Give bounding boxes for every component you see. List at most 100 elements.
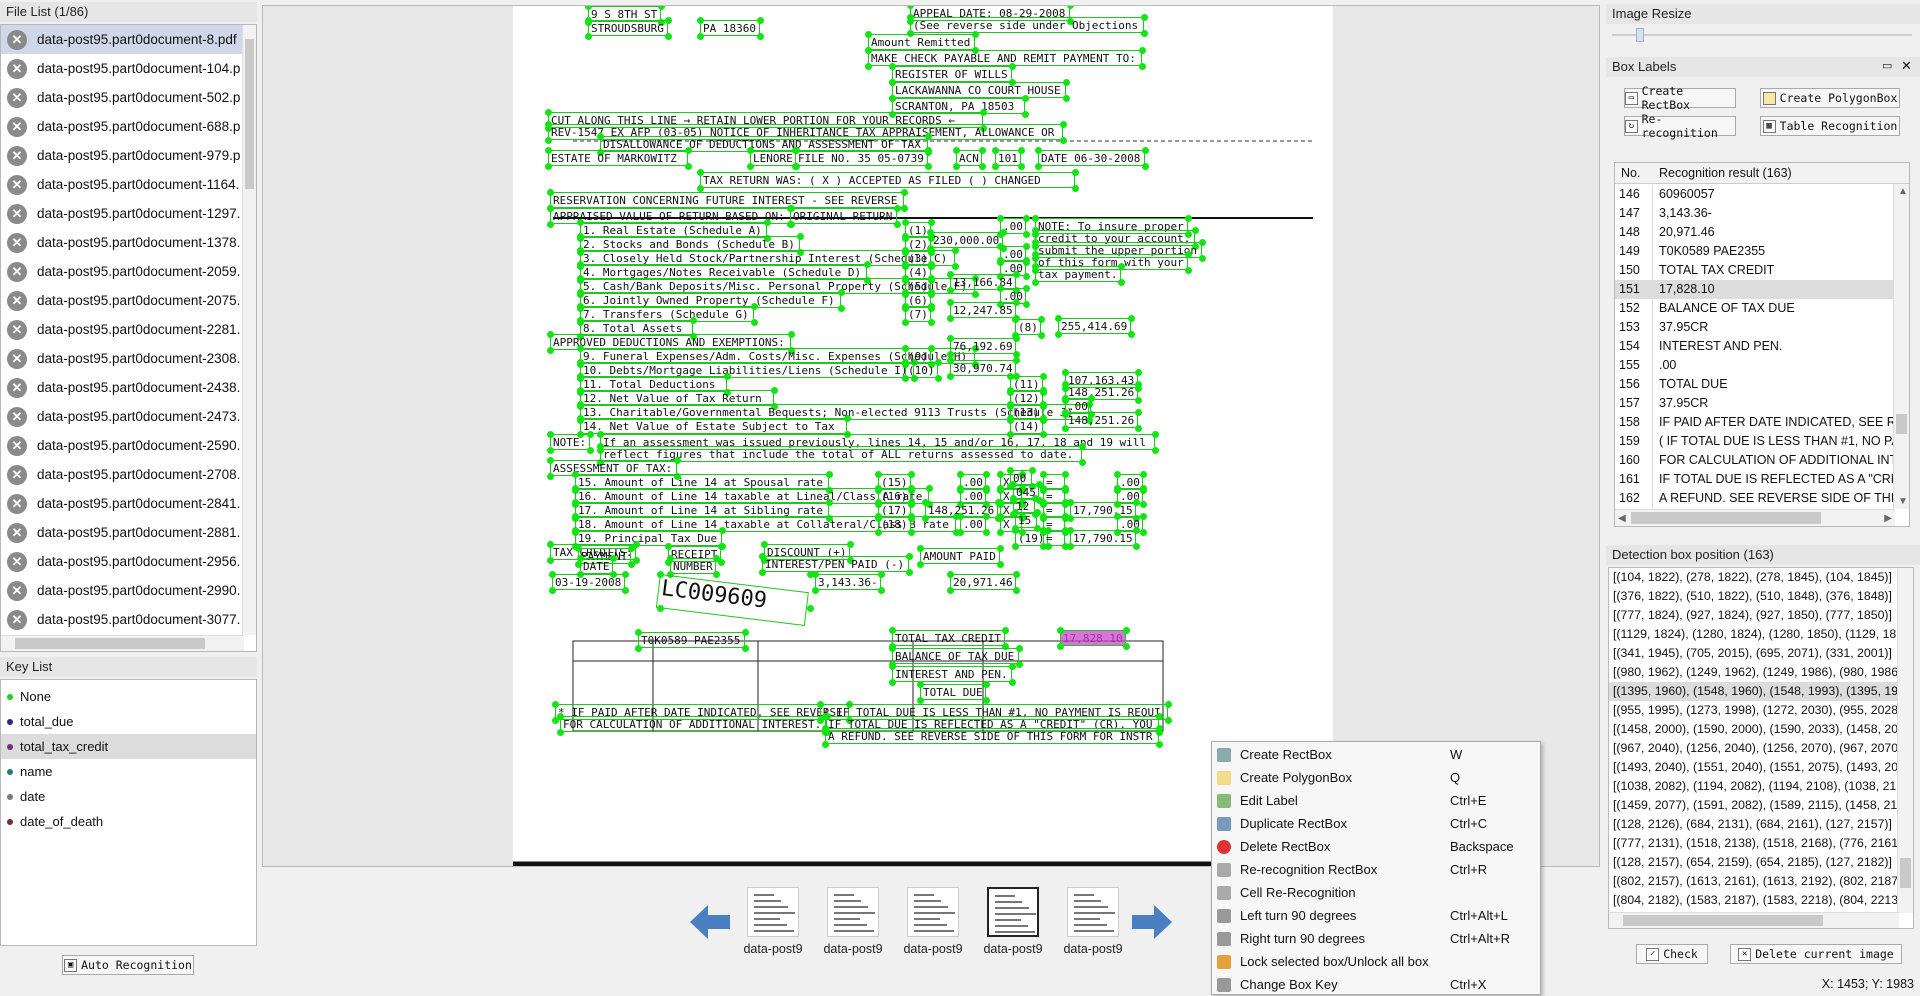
file-list-item[interactable]: ✕ data-post95.part0document-1378.: [1, 228, 256, 257]
detection-box-corner[interactable]: [996, 561, 1004, 568]
detection-box-corner[interactable]: [825, 471, 833, 478]
detection-box[interactable]: [995, 150, 1022, 166]
detection-box-corner[interactable]: [597, 133, 604, 140]
detection-box-corner[interactable]: [673, 457, 681, 464]
detection-box-corner[interactable]: [667, 555, 674, 562]
detection-box-corner[interactable]: [902, 275, 909, 282]
detection-box-corner[interactable]: [812, 587, 819, 594]
recognition-text[interactable]: TOTAL TAX CREDIT: [1653, 261, 1774, 280]
detection-box-corner[interactable]: [917, 681, 924, 688]
detection-box-corner[interactable]: [905, 569, 913, 576]
key-list[interactable]: None total_due total_tax_credit name date dat…: [0, 679, 257, 946]
detection-box-corner[interactable]: [865, 47, 872, 54]
detection-box-corner[interactable]: [947, 373, 954, 380]
context-menu-item[interactable]: Delete RectBox Backspace: [1212, 835, 1540, 858]
detection-row[interactable]: [(1459, 2077), (1591, 2082), (1589, 2115…: [1609, 796, 1897, 815]
recognition-row[interactable]: 160 FOR CALCULATION OF ADDITIONAL INT: [1615, 451, 1893, 470]
detection-box-corner[interactable]: [1032, 495, 1039, 502]
file-list-item[interactable]: ✕ data-post95.part0document-1164.: [1, 170, 256, 199]
detection-box-corner[interactable]: [792, 163, 799, 170]
detection-box-corner[interactable]: [875, 529, 882, 536]
detection-box-corner[interactable]: [1040, 543, 1047, 550]
detection-box-corner[interactable]: [1135, 397, 1142, 404]
detection-box-corner[interactable]: [547, 205, 554, 212]
detection-box-corner[interactable]: [609, 555, 617, 562]
detection-box-corner[interactable]: [889, 79, 896, 86]
detection-box-corner[interactable]: [792, 147, 799, 154]
file-list-item[interactable]: ✕ data-post95.part0document-2075.: [1, 286, 256, 315]
detection-box-corner[interactable]: [1071, 169, 1079, 176]
recognition-text[interactable]: INTEREST AND PEN.: [1653, 337, 1782, 356]
detection-box-corner[interactable]: [997, 513, 1004, 520]
detection-box[interactable]: [1070, 530, 1137, 546]
detection-box-corner[interactable]: [1067, 527, 1074, 534]
detection-box-corner[interactable]: [1141, 147, 1149, 154]
detection-box-corner[interactable]: [917, 697, 924, 704]
detection-box-corner[interactable]: [572, 499, 579, 506]
detection-box-corner[interactable]: [1135, 409, 1142, 416]
detection-box-corner[interactable]: [586, 447, 594, 454]
detection-box-corner[interactable]: [947, 587, 954, 594]
detection-box-corner[interactable]: [1057, 643, 1064, 650]
recognition-text[interactable]: IF PAID AFTER DATE INDICATED, SEE RE: [1653, 413, 1893, 432]
detection-list[interactable]: [(104, 1822), (278, 1822), (278, 1845), …: [1608, 567, 1914, 929]
detection-box-corner[interactable]: [627, 545, 635, 552]
detection-box-corner[interactable]: [1029, 467, 1036, 474]
recognition-text[interactable]: A REFUND. SEE REVERSE SIDE OF THIS: [1653, 489, 1893, 508]
recognition-row[interactable]: 147 3,143.36-: [1615, 204, 1893, 223]
detection-box-corner[interactable]: [665, 543, 672, 550]
key-list-item[interactable]: name: [1, 759, 256, 784]
detection-box-corner[interactable]: [717, 543, 725, 550]
detection-box-corner[interactable]: [875, 471, 882, 478]
detection-box-corner[interactable]: [825, 499, 833, 506]
detection-box-corner[interactable]: [572, 485, 579, 492]
detection-box-corner[interactable]: [1164, 701, 1172, 708]
detection-box-corner[interactable]: [1062, 381, 1069, 388]
detection-box-corner[interactable]: [1139, 47, 1146, 54]
detection-box-corner[interactable]: [750, 319, 758, 326]
context-menu-item[interactable]: Re-recognition RectBox Ctrl+R: [1212, 858, 1540, 881]
context-menu-item[interactable]: Create PolygonBox Q: [1212, 766, 1540, 789]
detection-box-corner[interactable]: [902, 247, 909, 254]
detection-box[interactable]: [795, 150, 929, 166]
detection-box-corner[interactable]: [723, 373, 731, 380]
detection-row[interactable]: [(967, 2040), (1256, 2040), (1256, 2070)…: [1609, 739, 1897, 758]
detection-box[interactable]: [950, 302, 1017, 318]
detection-box-corner[interactable]: [917, 545, 924, 552]
detection-box-corner[interactable]: [875, 485, 882, 492]
recognition-text[interactable]: T0K0589 PAE2355: [1653, 242, 1765, 261]
detection-box-corner[interactable]: [1141, 163, 1149, 170]
detection-row[interactable]: [(1493, 2040), (1551, 2040), (1551, 2075…: [1609, 758, 1897, 777]
recognition-text[interactable]: 17,828.10: [1653, 280, 1715, 299]
detection-box-corner[interactable]: [907, 529, 915, 536]
thumbnail-image[interactable]: [827, 887, 879, 937]
detection-box-corner[interactable]: [1067, 543, 1074, 550]
detection-box-corner[interactable]: [577, 387, 584, 394]
recognition-text[interactable]: ( IF TOTAL DUE IS LESS THAN #1, NO PA: [1653, 432, 1893, 451]
scroll-down-icon[interactable]: ▼: [1898, 496, 1908, 507]
detection-box-corner[interactable]: [622, 587, 629, 594]
detection-box-corner[interactable]: [750, 303, 758, 310]
detection-box-corner[interactable]: [747, 147, 754, 154]
detection-box-corner[interactable]: [664, 33, 672, 40]
detection-box[interactable]: [892, 630, 1006, 646]
detection-box-corner[interactable]: [934, 359, 942, 366]
detection-box-corner[interactable]: [997, 485, 1004, 492]
file-list-item[interactable]: ✕ data-post95.part0document-2473.: [1, 402, 256, 431]
detection-row[interactable]: [(1458, 2000), (1590, 2000), (1590, 2033…: [1609, 720, 1897, 739]
detection-box-corner[interactable]: [902, 261, 909, 268]
detection-box[interactable]: [920, 684, 987, 700]
detection-box-corner[interactable]: [902, 345, 909, 352]
file-list-item[interactable]: ✕ data-post95.part0document-979.p: [1, 141, 256, 170]
detection-box-corner[interactable]: [1062, 409, 1069, 416]
recognition-row[interactable]: 161 IF TOTAL DUE IS REFLECTED AS A "CRED: [1615, 470, 1893, 489]
file-list-item[interactable]: ✕ data-post95.part0document-2590.: [1, 431, 256, 460]
check-button[interactable]: ✓ Check: [1636, 944, 1708, 964]
auto-recognition-button[interactable]: ▣ Auto Recognition: [62, 955, 194, 975]
detection-box-corner[interactable]: [597, 443, 604, 450]
create-rectbox-button[interactable]: ▭ Create RectBox: [1624, 84, 1736, 112]
detection-box-corner[interactable]: [1198, 255, 1206, 262]
scroll-up-icon[interactable]: ▲: [1898, 186, 1908, 197]
table-recognition-button[interactable]: ▦ Table Recognition: [1760, 116, 1900, 136]
detection-row[interactable]: [(128, 2157), (654, 2159), (654, 2185), …: [1609, 853, 1897, 872]
